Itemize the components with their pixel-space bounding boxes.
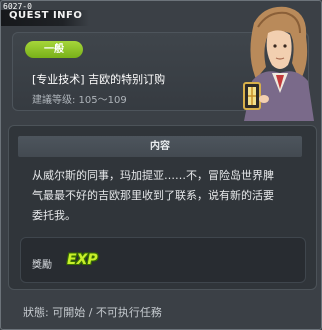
exp-reward-icon: EXP	[67, 252, 98, 268]
quest-recommended-level: 建議等级: 105～109	[32, 95, 127, 106]
window-title: QUEST INFO	[9, 10, 83, 21]
description-line: 从威尔斯的同事，玛加提亚……不，冒险岛世界脾	[32, 169, 274, 182]
reward-label: 獎勵	[32, 260, 52, 271]
reward-box	[20, 237, 306, 283]
quest-status: 狀態: 可開始 / 不可执行任務	[23, 306, 162, 319]
description-line: 气最最不好的吉欧那里收到了联系，说有新的活要	[32, 189, 274, 202]
quest-name: [专业技术] 吉欧的特别订购	[32, 73, 166, 86]
quest-type-badge: 一般	[25, 41, 83, 58]
description-line: 委托我。	[32, 209, 76, 222]
npc-portrait-icon	[243, 6, 314, 121]
quest-description: 从威尔斯的同事，玛加提亚……不，冒险岛世界脾 气最最不好的吉欧那里收到了联系，说…	[32, 166, 292, 226]
quest-info-window: 6027-0 QUEST INFO 一般 [专业技术] 吉欧的特别订购 建議等级…	[0, 0, 322, 330]
content-section-header: 内容	[18, 136, 302, 157]
